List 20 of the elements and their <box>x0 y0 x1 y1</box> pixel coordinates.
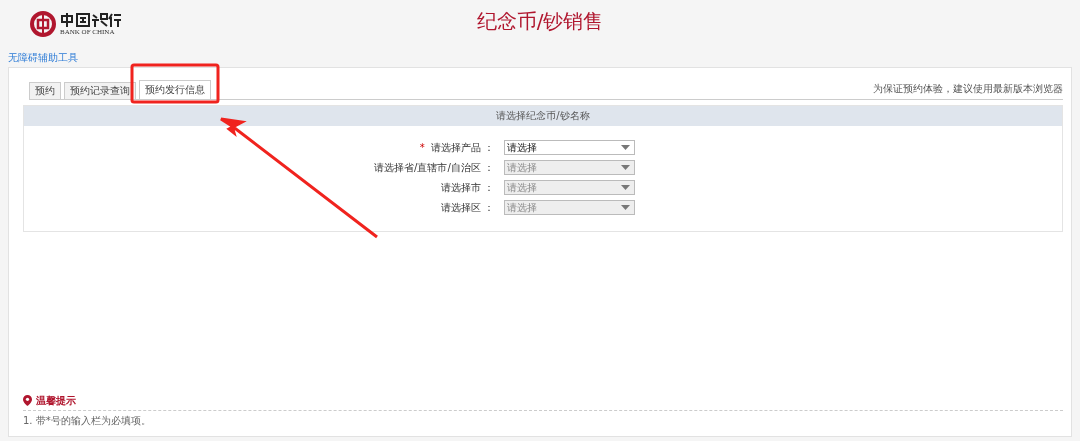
caret-icon <box>621 145 630 150</box>
browser-hint: 为保证预约体验，建议使用最新版本浏览器 <box>873 82 1063 96</box>
caret-icon <box>621 185 630 190</box>
tab[interactable]: 预约发行信息 <box>139 80 211 99</box>
field-label: 请选择市 ： <box>440 180 494 195</box>
dropdown-field[interactable]: 请选择 <box>504 140 635 155</box>
field-label: * 请选择产品 ： <box>419 140 494 155</box>
tab[interactable]: 预约记录查询 <box>64 82 136 99</box>
accessibility-link[interactable]: 无障碍辅助工具 <box>8 51 78 65</box>
caret-icon <box>621 205 630 210</box>
bank-logo-icon <box>30 11 56 37</box>
tab[interactable]: 预约 <box>29 82 61 99</box>
caret-icon <box>621 165 630 170</box>
location-pin-icon <box>23 394 32 408</box>
tips-title: 温馨提示 <box>36 394 76 408</box>
page-title: 纪念币/钞销售 <box>476 8 604 35</box>
field-label: 请选择区 ： <box>440 200 494 215</box>
field-label: 请选择省/直辖市/自治区 ： <box>374 160 494 175</box>
form-header: 请选择纪念币/钞名称 <box>24 106 1062 126</box>
tip-text: 1. 带*号的输入栏为必填项。 <box>23 414 152 428</box>
